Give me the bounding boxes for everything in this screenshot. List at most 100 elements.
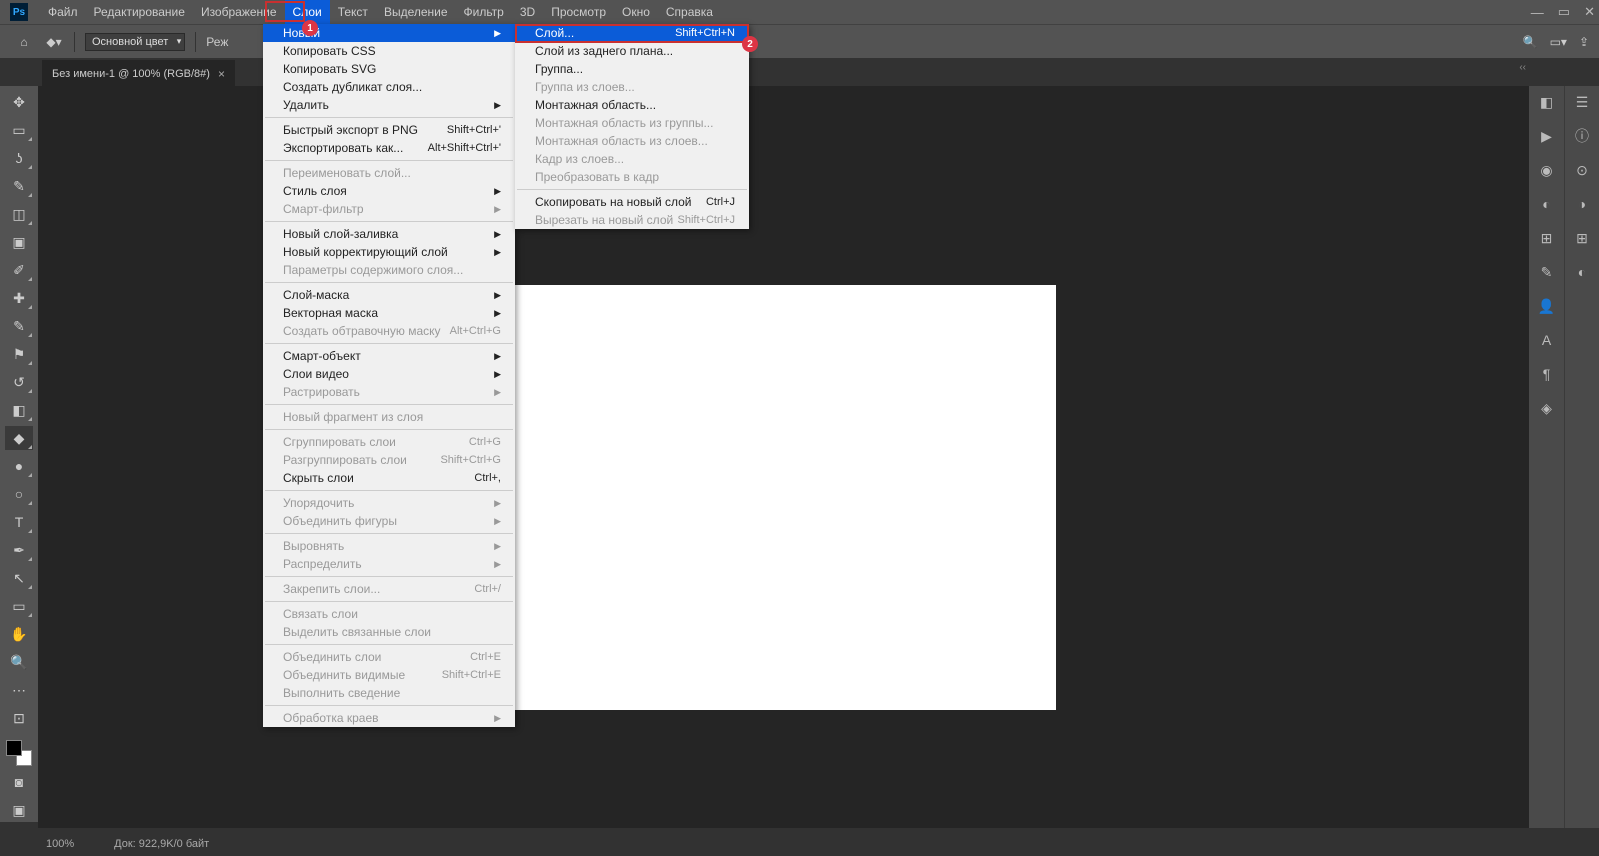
- path-select-tool[interactable]: ↖: [5, 566, 33, 590]
- crop-tool[interactable]: ◫: [5, 202, 33, 226]
- panel-icon-right-5[interactable]: ◐: [1572, 262, 1592, 282]
- history-brush-tool[interactable]: ↺: [5, 370, 33, 394]
- menu-item-группа-[interactable]: Группа...: [515, 60, 749, 78]
- panel-icon-left-1[interactable]: ▶: [1537, 126, 1557, 146]
- menu-item-новый-фрагмент-из-слоя: Новый фрагмент из слоя: [263, 408, 515, 426]
- annotation-badge-2: 2: [742, 36, 758, 52]
- panel-icon-left-5[interactable]: ✎: [1537, 262, 1557, 282]
- document-size[interactable]: Док: 922,9K/0 байт: [114, 838, 209, 850]
- panel-icon-left-8[interactable]: ¶: [1537, 364, 1557, 384]
- canvas-workspace: [38, 86, 1529, 828]
- panel-collapse-icon[interactable]: ‹‹: [1519, 62, 1526, 73]
- menu-текст[interactable]: Текст: [330, 0, 376, 24]
- close-button[interactable]: ✕: [1584, 4, 1595, 20]
- menu-item-стиль-слоя[interactable]: Стиль слоя▶: [263, 182, 515, 200]
- menu-item-новый-корректирующий-слой[interactable]: Новый корректирующий слой▶: [263, 243, 515, 261]
- marquee-tool[interactable]: ▭: [5, 118, 33, 142]
- menu-item-слой-маска[interactable]: Слой-маска▶: [263, 286, 515, 304]
- search-icon[interactable]: 🔍: [1523, 35, 1538, 49]
- eyedropper-tool[interactable]: ✐: [5, 258, 33, 282]
- menu-item-экспортировать-как-[interactable]: Экспортировать как...Alt+Shift+Ctrl+': [263, 139, 515, 157]
- menu-item-связать-слои: Связать слои: [263, 605, 515, 623]
- menu-изображение[interactable]: Изображение: [193, 0, 285, 24]
- menu-выделение[interactable]: Выделение: [376, 0, 456, 24]
- menu-item-сгруппировать-слои: Сгруппировать слоиCtrl+G: [263, 433, 515, 451]
- menu-item-монтажная-область-из-группы-: Монтажная область из группы...: [515, 114, 749, 132]
- menu-item-смарт-объект[interactable]: Смарт-объект▶: [263, 347, 515, 365]
- menu-фильтр[interactable]: Фильтр: [456, 0, 512, 24]
- menu-item-быстрый-экспорт-в-png[interactable]: Быстрый экспорт в PNGShift+Ctrl+': [263, 121, 515, 139]
- workspace-icon[interactable]: ▭▾: [1550, 35, 1567, 49]
- screen-mode-toggle[interactable]: ▣: [5, 798, 33, 822]
- panel-icon-left-6[interactable]: 👤: [1537, 296, 1557, 316]
- menu-item-слой-из-заднего-плана-[interactable]: Слой из заднего плана...: [515, 42, 749, 60]
- menu-окно[interactable]: Окно: [614, 0, 658, 24]
- menu-item-монтажная-область-из-слоев-: Монтажная область из слоев...: [515, 132, 749, 150]
- document-canvas[interactable]: [511, 285, 1056, 710]
- color-swatches[interactable]: [6, 740, 32, 766]
- panel-icon-left-3[interactable]: ◐: [1537, 194, 1557, 214]
- panel-icon-right-1[interactable]: ⓘ: [1572, 126, 1592, 146]
- document-tab[interactable]: Без имени-1 @ 100% (RGB/8#) ×: [42, 60, 235, 86]
- menu-item-разгруппировать-слои: Разгруппировать слоиShift+Ctrl+G: [263, 451, 515, 469]
- menu-справка[interactable]: Справка: [658, 0, 721, 24]
- zoom-tool[interactable]: 🔍: [5, 650, 33, 674]
- brush-tool[interactable]: ✎: [5, 314, 33, 338]
- menu-item-скрыть-слои[interactable]: Скрыть слоиCtrl+,: [263, 469, 515, 487]
- close-tab-icon[interactable]: ×: [218, 67, 225, 81]
- type-tool[interactable]: T: [5, 510, 33, 534]
- panel-icon-left-4[interactable]: ⊞: [1537, 228, 1557, 248]
- edit-toolbar[interactable]: ⊡: [5, 706, 33, 730]
- shape-tool[interactable]: ▭: [5, 594, 33, 618]
- dodge-tool[interactable]: ○: [5, 482, 33, 506]
- pen-tool[interactable]: ✒: [5, 538, 33, 562]
- healing-tool[interactable]: ✚: [5, 286, 33, 310]
- zoom-level[interactable]: 100%: [46, 838, 74, 850]
- hand-tool[interactable]: ✋: [5, 622, 33, 646]
- panel-icon-left-9[interactable]: ◈: [1537, 398, 1557, 418]
- eraser-tool[interactable]: ◧: [5, 398, 33, 422]
- menu-item-векторная-маска[interactable]: Векторная маска▶: [263, 304, 515, 322]
- menu-item-удалить[interactable]: Удалить▶: [263, 96, 515, 114]
- maximize-button[interactable]: ▭: [1558, 4, 1570, 20]
- current-tool-icon[interactable]: ◆▾: [44, 32, 64, 52]
- quick-select-tool[interactable]: ✎: [5, 174, 33, 198]
- stamp-tool[interactable]: ⚑: [5, 342, 33, 366]
- home-icon[interactable]: ⌂: [14, 32, 34, 52]
- quick-mask-toggle[interactable]: ◙: [5, 770, 33, 794]
- panel-icon-right-4[interactable]: ⊞: [1572, 228, 1592, 248]
- menu-просмотр[interactable]: Просмотр: [543, 0, 614, 24]
- menu-item-копировать-svg[interactable]: Копировать SVG: [263, 60, 515, 78]
- menu-item-слой-[interactable]: Слой...Shift+Ctrl+N: [515, 24, 749, 42]
- menu-item-новый-слой-заливка[interactable]: Новый слой-заливка▶: [263, 225, 515, 243]
- blur-tool[interactable]: ●: [5, 454, 33, 478]
- menu-item-слои-видео[interactable]: Слои видео▶: [263, 365, 515, 383]
- menu-item-объединить-слои: Объединить слоиCtrl+E: [263, 648, 515, 666]
- menu-item-переименовать-слой-: Переименовать слой...: [263, 164, 515, 182]
- menu-item-кадр-из-слоев-: Кадр из слоев...: [515, 150, 749, 168]
- panel-icon-right-3[interactable]: ◑: [1572, 194, 1592, 214]
- panel-icon-right-0[interactable]: ☰: [1572, 92, 1592, 112]
- menu-item-монтажная-область-[interactable]: Монтажная область...: [515, 96, 749, 114]
- minimize-button[interactable]: —: [1531, 5, 1544, 20]
- menu-item-объединить-видимые: Объединить видимыеShift+Ctrl+E: [263, 666, 515, 684]
- bucket-tool[interactable]: ◆: [5, 426, 33, 450]
- document-tab-bar: Без имени-1 @ 100% (RGB/8#) ×: [0, 58, 1599, 86]
- menu-редактирование[interactable]: Редактирование: [86, 0, 193, 24]
- menu-файл[interactable]: Файл: [40, 0, 86, 24]
- menu-item-копировать-css[interactable]: Копировать CSS: [263, 42, 515, 60]
- menu-item-создать-дубликат-слоя-[interactable]: Создать дубликат слоя...: [263, 78, 515, 96]
- panel-icon-left-0[interactable]: ◧: [1537, 92, 1557, 112]
- frame-tool[interactable]: ▣: [5, 230, 33, 254]
- share-icon[interactable]: ⇪: [1579, 35, 1589, 49]
- lasso-tool[interactable]: ʖ: [5, 146, 33, 170]
- panel-icon-right-2[interactable]: ⊙: [1572, 160, 1592, 180]
- more-tool[interactable]: ⋯: [5, 678, 33, 702]
- move-tool[interactable]: ✥: [5, 90, 33, 114]
- menu-item-новый[interactable]: Новый▶: [263, 24, 515, 42]
- panel-icon-left-2[interactable]: ◉: [1537, 160, 1557, 180]
- panel-icon-left-7[interactable]: A: [1537, 330, 1557, 350]
- menu-item-скопировать-на-новый-слой[interactable]: Скопировать на новый слойCtrl+J: [515, 193, 749, 211]
- menu-3d[interactable]: 3D: [512, 0, 543, 24]
- fill-mode-dropdown[interactable]: Основной цвет: [85, 33, 185, 51]
